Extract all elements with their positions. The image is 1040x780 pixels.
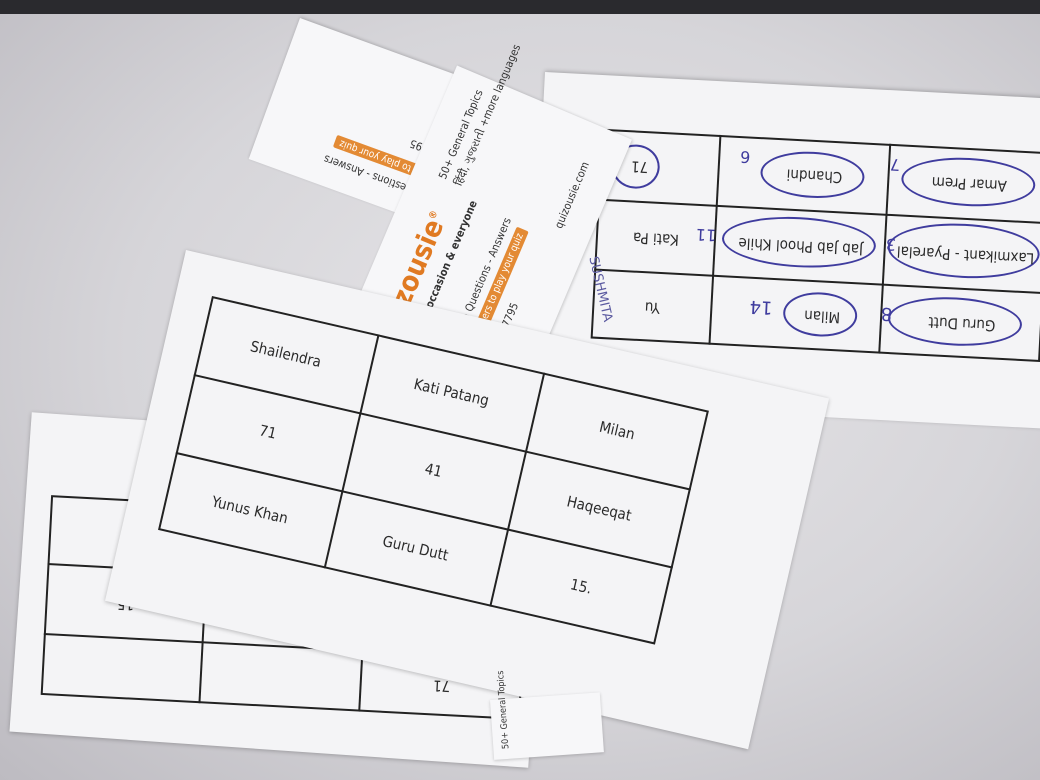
right-cell: Milan	[803, 306, 841, 327]
hand-mark: 7	[889, 154, 901, 175]
right-cell: Kati Pa	[632, 228, 680, 249]
hand-mark: 8	[880, 302, 893, 325]
right-cell: Yu	[644, 298, 661, 318]
quiz-card-corner: 50+ General Topics	[490, 670, 604, 760]
photo-scene: Guru Dutt Laxmikant - Pyarelal Amar Prem…	[0, 0, 1040, 780]
hand-mark: 3	[885, 234, 897, 255]
right-cell: Laxmikant - Pyarelal	[896, 242, 1035, 268]
right-sheet-table: Guru Dutt Laxmikant - Pyarelal Amar Prem…	[590, 128, 1040, 362]
hand-mark: 11	[695, 224, 717, 245]
card-site: quizousie.com	[552, 159, 592, 231]
right-cell: Amar Prem	[931, 173, 1008, 196]
hand-mark: 6	[739, 147, 751, 167]
right-cell: Guru Dutt	[928, 313, 996, 335]
right-cell: Chandni	[786, 165, 843, 187]
dark-edge	[0, 0, 1040, 14]
right-cell: Jab Jab Phool Khile	[738, 234, 864, 259]
hand-mark: 14	[749, 295, 774, 318]
